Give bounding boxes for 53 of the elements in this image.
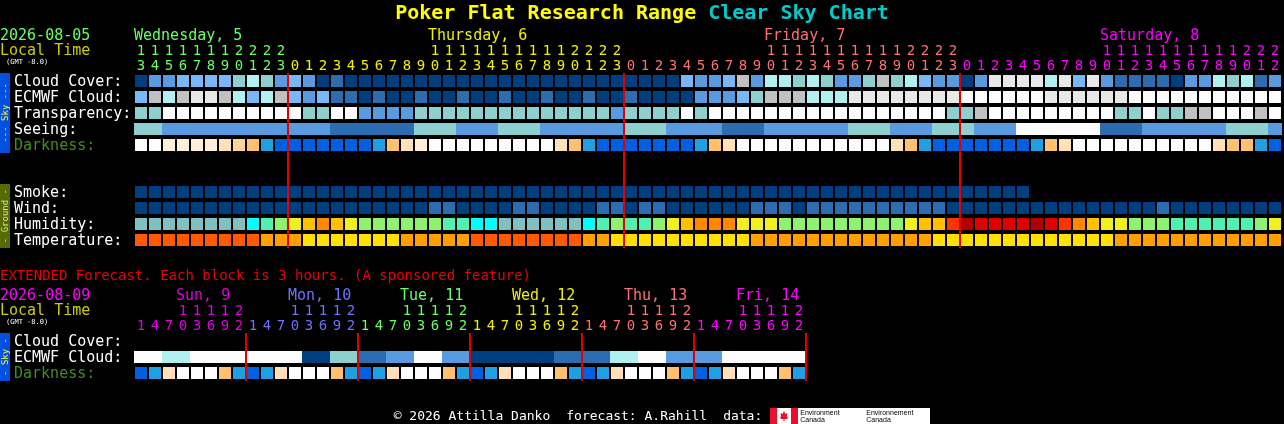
- hour-units: 012345678901234567890123: [289, 58, 627, 73]
- row-label: Smoke:: [14, 184, 70, 200]
- row-label: ECMWF Cloud:: [14, 349, 124, 365]
- row-label: Transparency:: [14, 105, 133, 121]
- day-label: Thursday, 6: [428, 28, 528, 43]
- day-label: Wednesday, 5: [134, 28, 243, 43]
- day-label: Fri, 14: [736, 288, 800, 303]
- row-label: Seeing:: [14, 121, 78, 137]
- day-label: Sun, 9: [176, 288, 231, 303]
- row-label: Cloud Cover:: [14, 333, 124, 349]
- chart-title: Clear Sky Chart: [708, 0, 889, 24]
- hour-tens: 11111112222: [136, 43, 291, 58]
- day-label: Wed, 12: [512, 288, 576, 303]
- row-label: Humidity:: [14, 216, 96, 232]
- hour-units: 012345678901234567890123: [625, 58, 963, 73]
- hour-tens: 11112: [625, 303, 697, 318]
- data-credit: data:: [723, 408, 763, 424]
- hour-tens: 11112: [401, 303, 473, 318]
- hour-tens: 11111111112222: [766, 43, 963, 58]
- hour-tens: 11112: [737, 303, 809, 318]
- local-time-label: Local Time: [0, 303, 91, 318]
- flag-icon: [770, 408, 799, 424]
- hour-units: 01234567890123456789012: [961, 58, 1284, 73]
- copyright-text: © 2026 Attilla Danko: [393, 408, 551, 424]
- hour-units: 14703692: [247, 318, 361, 333]
- forecast-date: 2026-08-09: [0, 288, 91, 303]
- day-label: Tue, 11: [400, 288, 464, 303]
- row-label: Wind:: [14, 200, 61, 216]
- hour-units: 14703692: [583, 318, 697, 333]
- hour-tens: 11112: [289, 303, 361, 318]
- day-label: Friday, 7: [764, 28, 846, 43]
- forecast-date: 2026-08-05: [0, 28, 91, 43]
- forecast-credit: forecast: A.Rahill: [566, 408, 708, 424]
- hour-units: 14703692: [695, 318, 809, 333]
- hour-tens: 11112: [177, 303, 249, 318]
- hour-tens: 11111111112222: [430, 43, 627, 58]
- row-label: Darkness:: [14, 365, 97, 381]
- hour-tens: 1111111111222: [1102, 43, 1284, 58]
- hour-tens: 11112: [513, 303, 585, 318]
- local-time-label: Local Time: [0, 43, 91, 58]
- hour-units: 14703692: [359, 318, 473, 333]
- hour-units: 34567890123: [135, 58, 291, 73]
- row-label: ECMWF Cloud:: [14, 89, 124, 105]
- hour-units: 14703692: [471, 318, 585, 333]
- hour-units: 14703692: [135, 318, 249, 333]
- day-label: Saturday, 8: [1100, 28, 1200, 43]
- day-label: Thu, 13: [624, 288, 688, 303]
- extended-forecast-note: EXTENDED Forecast. Each block is 3 hours. (A sponsored feature): [0, 268, 531, 283]
- row-label: Darkness:: [14, 137, 97, 153]
- day-label: Mon, 10: [288, 288, 352, 303]
- row-label: Cloud Cover:: [14, 73, 124, 89]
- row-label: Temperature:: [14, 232, 124, 248]
- site-title: Poker Flat Research Range: [395, 0, 697, 24]
